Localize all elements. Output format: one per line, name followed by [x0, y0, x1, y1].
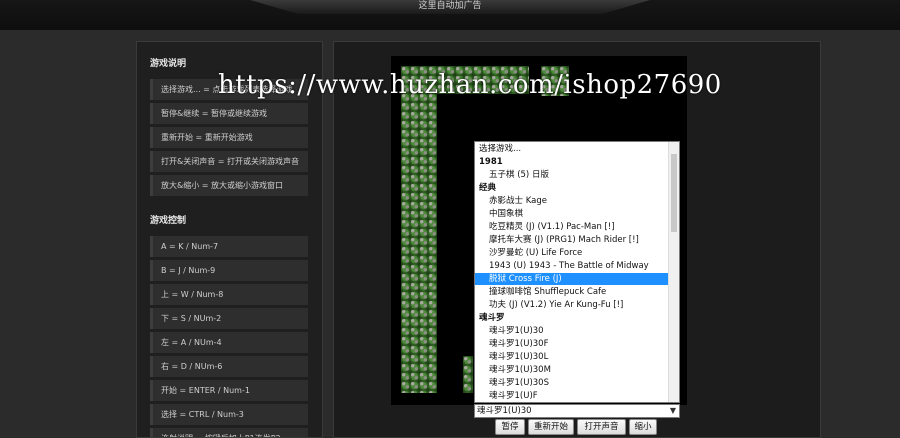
game-option[interactable]: 吃豆精灵 (J) (V1.1) Pac-Man [!]	[475, 221, 668, 233]
instruction-item: 放大&缩小 = 放大或缩小游戏窗口	[150, 175, 308, 196]
pause-button[interactable]: 暂停	[495, 419, 525, 435]
top-banner: 这里自动加广告	[0, 0, 900, 30]
game-option[interactable]: 中国象棋	[475, 208, 668, 220]
game-option[interactable]: 魂斗罗1(U)F	[475, 390, 668, 402]
option-group-label: 1981	[479, 157, 503, 167]
game-option[interactable]: 摩托车大赛 (J) (PRG1) Mach Rider [!]	[475, 234, 668, 246]
scrollbar-thumb[interactable]	[671, 154, 677, 232]
watermark-text: https://www.huzhan.com/ishop27690	[218, 70, 722, 100]
control-item: 下 = S / NUm-2	[150, 308, 308, 329]
control-item: 上 = W / Num-8	[150, 284, 308, 305]
game-option[interactable]: 魂斗罗1(U)30L	[475, 351, 668, 363]
banner-ad-text: 这里自动加广告	[418, 1, 482, 11]
restart-button[interactable]: 重新开始	[528, 419, 574, 435]
chevron-down-icon[interactable]: ▼	[670, 405, 676, 417]
game-list-scrollbar[interactable]	[668, 142, 679, 402]
option-group-label: 经典	[479, 183, 497, 193]
game-option[interactable]: 魂斗罗1(U)30F	[475, 338, 668, 350]
instruction-item: 暂停&继续 = 暂停或继续游戏	[150, 103, 308, 124]
option-group-label: 魂斗罗	[479, 313, 505, 323]
control-item: B = J / Num-9	[150, 260, 308, 281]
control-item: 右 = D / NUm-6	[150, 356, 308, 377]
instructions-title: 游戏说明	[150, 59, 187, 69]
game-option[interactable]: 功夫 (J) (V1.2) Yie Ar Kung-Fu [!]	[475, 299, 668, 311]
game-option[interactable]: 魂斗罗1(U)30	[475, 325, 668, 337]
control-item: 开始 = ENTER / Num-1	[150, 380, 308, 401]
game-option[interactable]: 五子棋 (5) 日版	[475, 169, 668, 181]
instruction-item: 重新开始 = 重新开始游戏	[150, 127, 308, 148]
sound-button[interactable]: 打开声音	[577, 419, 626, 435]
game-option[interactable]: 选择游戏...	[475, 143, 668, 155]
game-option[interactable]: 魂斗罗1(U)30M	[475, 364, 668, 376]
wall-tile-left	[401, 66, 437, 393]
game-select[interactable]: 魂斗罗1(U)30 ▼	[474, 404, 680, 418]
control-item: 左 = A / NUm-4	[150, 332, 308, 353]
controls-title: 游戏控制	[150, 216, 187, 226]
game-option[interactable]: 撞球咖啡馆 Shufflepuck Cafe	[475, 286, 668, 298]
game-option[interactable]: 脱狱 Cross Fire (J)	[475, 273, 668, 285]
sidebar: 游戏说明 选择游戏... = 点击游戏列表选择游戏 暂停&继续 = 暂停或继续游…	[136, 41, 323, 438]
game-select-value: 魂斗罗1(U)30	[477, 406, 532, 416]
wall-tile-bottom	[463, 356, 473, 393]
control-item: A = K / Num-7	[150, 236, 308, 257]
control-item: 选择 = CTRL / Num-3	[150, 404, 308, 425]
game-option[interactable]: 沙罗曼蛇 (U) Life Force	[475, 247, 668, 259]
zoom-button[interactable]: 缩小	[629, 419, 657, 435]
game-option[interactable]: 1943 (U) 1943 - The Battle of Midway	[475, 260, 668, 272]
game-option[interactable]: 赤影战士 Kage	[475, 195, 668, 207]
instruction-item: 打开&关闭声音 = 打开或关闭游戏声音	[150, 151, 308, 172]
game-list-dropdown[interactable]: 选择游戏... 1981 五子棋 (5) 日版经典赤影战士 Kage 中国象棋 吃豆精灵…	[474, 141, 680, 403]
control-item: 连射说明 = 按键后加上P1连发P2	[150, 428, 308, 437]
game-option[interactable]: 魂斗罗1(U)30S	[475, 377, 668, 389]
